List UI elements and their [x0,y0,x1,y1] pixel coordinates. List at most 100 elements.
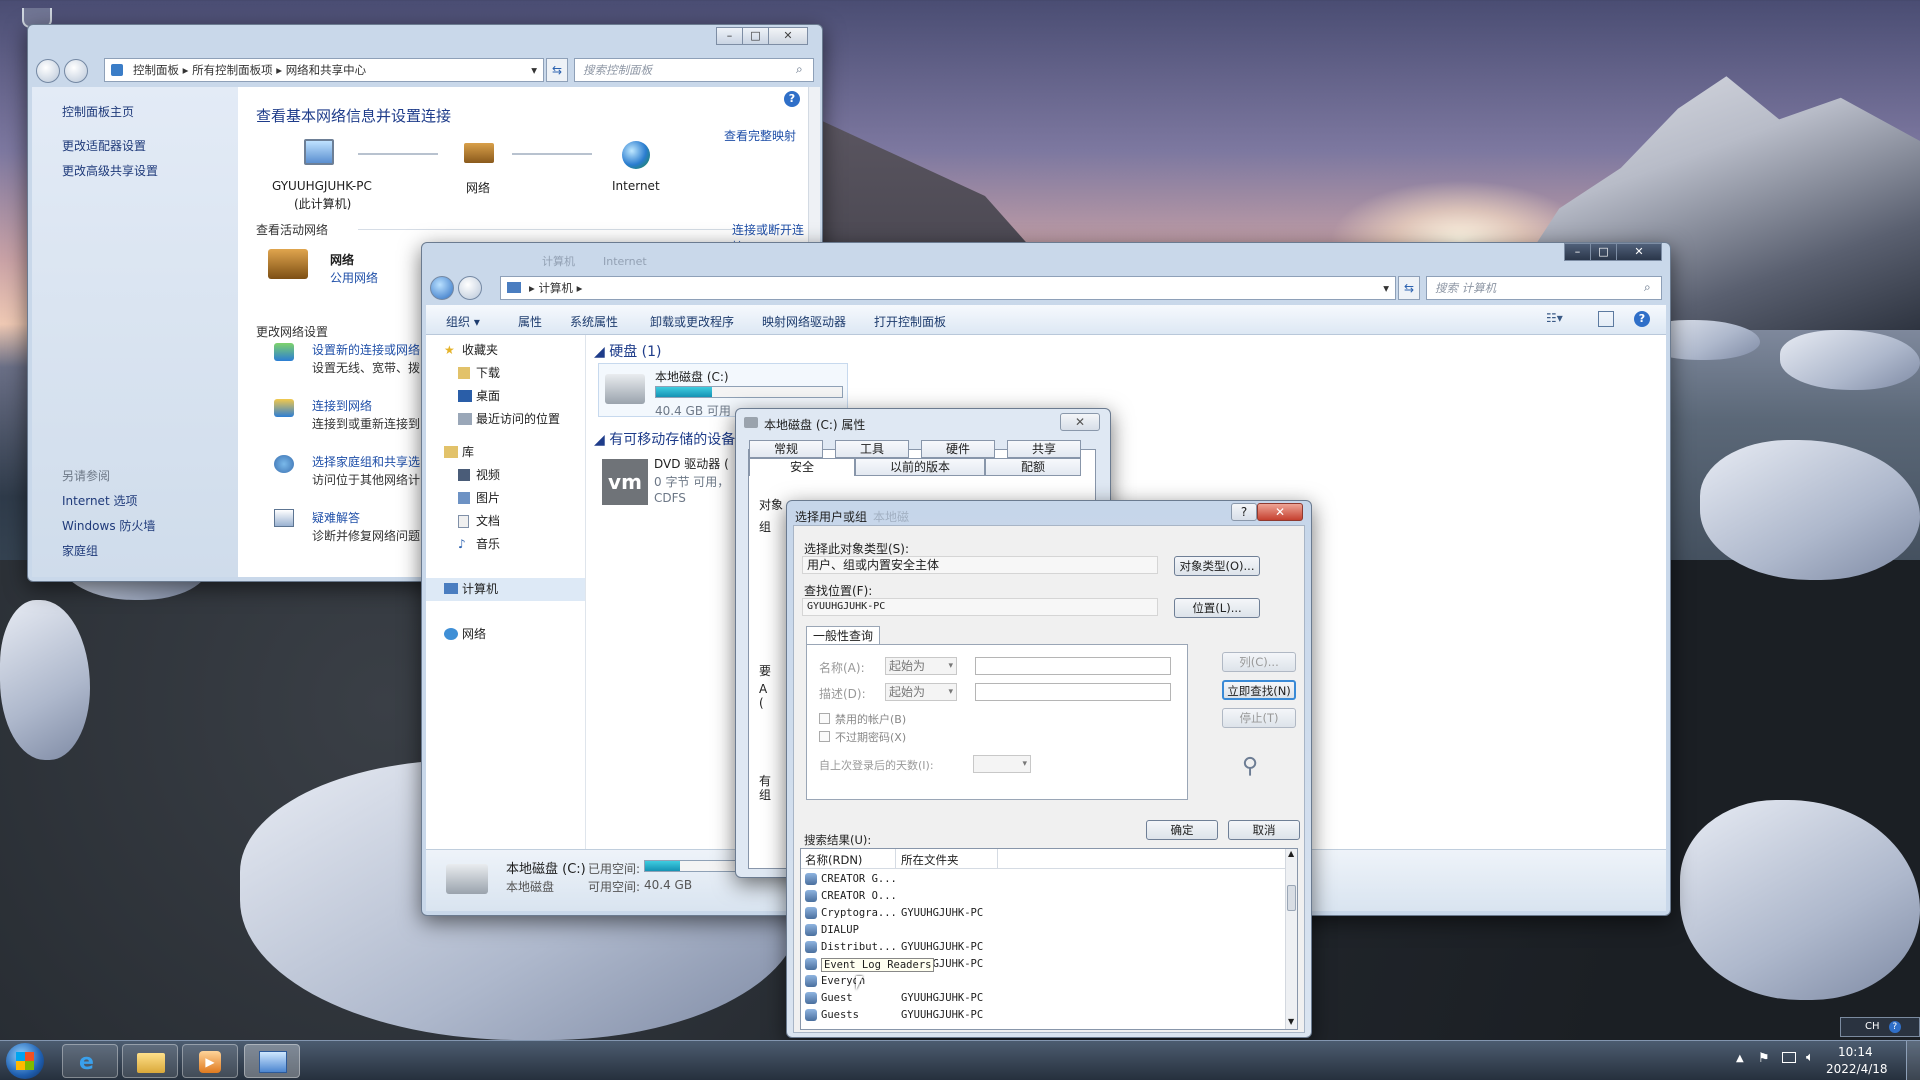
back-button[interactable] [430,276,454,300]
sidebar-home[interactable]: 控制面板主页 [62,103,134,120]
address-bar[interactable]: ▸ 计算机 ▸ ▾ [500,276,1396,300]
minimize-button[interactable]: – [716,27,743,45]
result-row[interactable]: DIALUP [801,922,1285,939]
disabled-accounts-checkbox[interactable] [819,713,830,724]
result-row[interactable]: Event Log Readers GYUUHGJUHK-PC [801,956,1285,973]
language-bar[interactable]: CH ? [1840,1017,1920,1037]
maximize-button[interactable]: □ [742,27,769,45]
breadcrumb-3[interactable]: 网络和共享中心 [286,63,367,77]
action-center-flag-icon[interactable]: ⚑ [1758,1051,1770,1066]
search-icon[interactable]: ⌕ [796,62,803,77]
see-also-internet-options[interactable]: Internet 选项 [62,492,137,509]
toolbar-system-properties[interactable]: 系统属性 [570,313,618,330]
result-row[interactable]: Everyon [801,973,1285,990]
see-also-firewall[interactable]: Windows 防火墙 [62,517,155,534]
see-also-homegroup[interactable]: 家庭组 [62,542,98,559]
help-icon[interactable]: ? [784,91,800,107]
tab-tools[interactable]: 工具 [835,440,909,458]
help-icon[interactable]: ? [1634,311,1650,327]
nav-pictures[interactable]: 图片 [426,487,585,510]
scroll-thumb[interactable] [1287,885,1296,911]
close-button[interactable]: ✕ [1060,413,1100,431]
tab-quota[interactable]: 配额 [985,458,1081,476]
name-match-select[interactable]: 起始为 ▾ [885,657,957,675]
tab-security[interactable]: 安全 [749,458,855,476]
breadcrumb-1[interactable]: 控制面板 [133,63,179,77]
result-row[interactable]: CREATOR O... [801,888,1285,905]
active-network-type[interactable]: 公用网络 [330,269,378,286]
search-icon[interactable]: ⌕ [1644,280,1651,295]
forward-button[interactable] [64,59,88,83]
nav-documents[interactable]: 文档 [426,510,585,533]
name-input[interactable] [975,657,1171,675]
taskbar-ie-button[interactable]: e [62,1044,118,1078]
help-icon[interactable]: ? [1888,1021,1901,1033]
group-hard-disks[interactable]: ◢ 硬盘 (1) [594,341,662,361]
stop-button[interactable]: 停止(T) [1222,708,1296,728]
result-row[interactable]: Guest GYUUHGJUHK-PC [801,990,1285,1007]
tab-previous-versions[interactable]: 以前的版本 [855,458,985,476]
nav-computer[interactable]: 计算机 [426,578,585,601]
taskbar-media-player-button[interactable]: ▶ [182,1044,238,1078]
refresh-button[interactable]: ⇆ [1398,276,1420,300]
nav-favorites[interactable]: ★ 收藏夹 [426,339,585,362]
maximize-button[interactable]: □ [1590,243,1617,261]
back-button[interactable] [36,59,60,83]
scroll-down-icon[interactable]: ▼ [1288,1017,1294,1026]
group-removable[interactable]: ◢ 有可移动存储的设备 [594,429,735,449]
close-button[interactable]: ✕ [1257,503,1303,521]
result-row[interactable]: Distribut... GYUUHGJUHK-PC [801,939,1285,956]
forward-button[interactable] [458,276,482,300]
view-options-icon[interactable]: ☷▾ [1546,311,1576,329]
task-title[interactable]: 设置新的连接或网络 [312,341,420,358]
nav-music[interactable]: ♪ 音乐 [426,533,585,556]
minimize-button[interactable]: – [1564,243,1591,261]
dropdown-arrow-icon[interactable]: ▾ [1383,277,1389,299]
scroll-up-icon[interactable]: ▲ [1288,849,1294,858]
nav-network[interactable]: 网络 [426,623,585,646]
nav-recent[interactable]: 最近访问的位置 [426,408,585,431]
refresh-button[interactable]: ⇆ [546,58,568,82]
days-select[interactable]: ▾ [973,755,1031,773]
tab-general[interactable]: 常规 [749,440,823,458]
task-title[interactable]: 选择家庭组和共享选 [312,453,420,470]
help-button[interactable]: ? [1231,503,1257,521]
tab-sharing[interactable]: 共享 [1007,440,1081,458]
preview-pane-icon[interactable] [1598,311,1614,327]
tab-hardware[interactable]: 硬件 [921,440,995,458]
search-input[interactable]: 搜索控制面板 [574,58,814,82]
result-row[interactable]: Cryptogra... GYUUHGJUHK-PC [801,905,1285,922]
cancel-button[interactable]: 取消 [1228,820,1300,840]
search-input[interactable]: 搜索 计算机 [1426,276,1662,300]
toolbar-properties[interactable]: 属性 [518,313,542,330]
column-folder-header[interactable]: 所在文件夹 [901,852,959,868]
volume-icon[interactable]: 🔈︎ [1806,1050,1814,1065]
breadcrumb-computer[interactable]: 计算机 [538,281,573,295]
object-types-button[interactable]: 对象类型(O)... [1174,556,1260,576]
description-match-select[interactable]: 起始为 ▾ [885,683,957,701]
close-button[interactable]: ✕ [1616,243,1662,261]
full-map-link[interactable]: 查看完整映射 [724,127,796,144]
description-input[interactable] [975,683,1171,701]
nav-libraries[interactable]: 库 [426,441,585,464]
common-queries-tab[interactable]: 一般性查询 [806,626,880,646]
toolbar-map-drive[interactable]: 映射网络驱动器 [762,313,846,330]
columns-button[interactable]: 列(C)... [1222,652,1296,672]
task-title[interactable]: 疑难解答 [312,509,360,526]
clock-date[interactable]: 2022/4/18 [1826,1062,1888,1076]
taskbar-control-panel-button[interactable] [244,1044,300,1078]
breadcrumb-2[interactable]: 所有控制面板项 [192,63,273,77]
toolbar-organize[interactable]: 组织 ▾ [446,313,480,330]
nav-downloads[interactable]: 下载 [426,362,585,385]
nav-videos[interactable]: 视频 [426,464,585,487]
clock-time[interactable]: 10:14 [1838,1045,1873,1059]
nav-desktop[interactable]: 桌面 [426,385,585,408]
show-hidden-icons[interactable]: ▲ [1736,1053,1744,1064]
toolbar-open-control-panel[interactable]: 打开控制面板 [874,313,946,330]
network-tray-icon[interactable] [1782,1052,1796,1063]
sidebar-adapter-settings[interactable]: 更改适配器设置 [62,137,146,154]
result-row[interactable]: Guests GYUUHGJUHK-PC [801,1007,1285,1024]
sidebar-advanced-sharing[interactable]: 更改高级共享设置 [62,162,158,179]
result-row[interactable]: CREATOR G... [801,871,1285,888]
start-button[interactable] [6,1043,44,1079]
